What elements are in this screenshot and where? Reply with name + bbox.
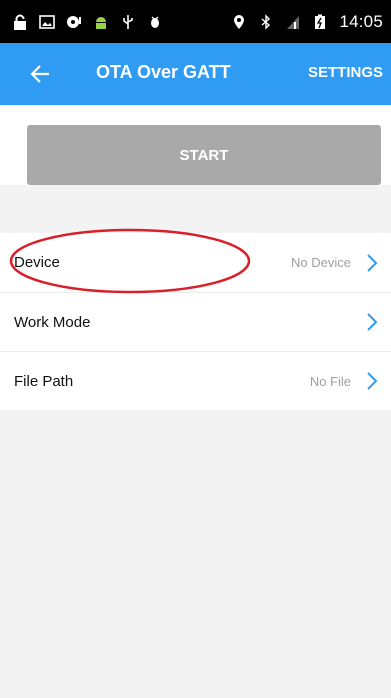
bluetooth-icon — [258, 13, 274, 30]
chevron-right-icon — [365, 371, 379, 391]
android-icon — [93, 14, 109, 30]
file-path-row[interactable]: File Path No File — [0, 351, 391, 410]
device-value: No Device — [291, 255, 351, 270]
chevron-right-icon — [365, 253, 379, 273]
status-bar: 14:05 — [0, 0, 391, 43]
battery-icon — [312, 14, 328, 30]
page-title: OTA Over GATT — [96, 62, 231, 82]
device-row[interactable]: Device No Device — [0, 233, 391, 292]
signal-icon — [285, 14, 301, 30]
back-button[interactable] — [26, 60, 54, 88]
status-icons-left — [12, 14, 163, 30]
status-time: 14:05 — [339, 11, 383, 31]
start-button[interactable]: START — [27, 125, 381, 185]
debug-icon — [147, 14, 163, 30]
work-mode-row[interactable]: Work Mode — [0, 292, 391, 351]
usb-icon — [120, 14, 136, 30]
status-icons-right: 14:05 — [231, 12, 383, 32]
start-card: START — [0, 105, 391, 185]
chevron-right-icon — [365, 312, 379, 332]
arrow-left-icon — [30, 65, 49, 83]
settings-list: Device No Device Work Mode File Path No … — [0, 233, 391, 410]
file-path-value: No File — [309, 373, 351, 389]
lock-icon — [12, 14, 28, 30]
location-icon — [231, 14, 247, 30]
image-icon — [39, 14, 55, 30]
settings-button[interactable]: SETTINGS — [308, 64, 383, 81]
chat-icon — [66, 14, 82, 30]
app-bar: OTA Over GATT SETTINGS — [0, 43, 391, 105]
file-path-label: File Path — [14, 372, 74, 390]
work-mode-label: Work Mode — [14, 313, 91, 331]
device-label: Device — [14, 254, 60, 271]
